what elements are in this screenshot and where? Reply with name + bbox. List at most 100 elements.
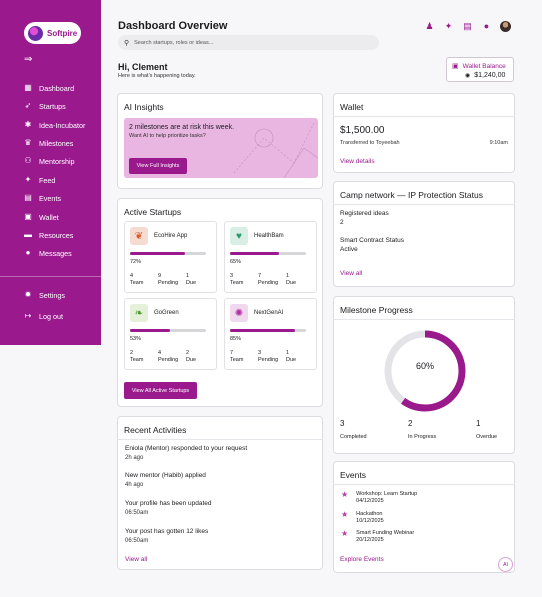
- sidebar-item-label: Milestones: [39, 138, 74, 148]
- sidebar-item-dashboard[interactable]: ▦ Dashboard: [24, 82, 74, 94]
- view-all-ip-link[interactable]: View all: [340, 270, 362, 277]
- brand-logo-pill[interactable]: Softpire: [24, 22, 81, 44]
- wallet-amount: $1,500.00: [340, 125, 385, 136]
- sidebar-divider: [0, 276, 101, 277]
- activity-time: 2h ago: [125, 455, 144, 461]
- startup-card-ecohire[interactable]: ❦ EcoHire App 72% 4 Team 9 Pending 1 Due: [124, 221, 217, 293]
- sidebar-item-wallet[interactable]: ▣ Wallet: [24, 211, 58, 223]
- ecohire-logo-icon: ❦: [130, 227, 148, 245]
- sidebar-item-idea-incubator[interactable]: ✱ Idea-Incubator: [24, 119, 86, 131]
- ai-assistant-button[interactable]: AI: [498, 557, 513, 572]
- wallet-icon: ▣: [452, 63, 459, 70]
- pending-count: 4: [158, 350, 162, 356]
- activity-time: 06:50am: [125, 538, 149, 544]
- dashboard-icon: ▦: [24, 83, 32, 92]
- gogreen-logo-icon: ❧: [130, 304, 148, 322]
- startup-stats: 2 Team 4 Pending 2 Due: [130, 350, 214, 364]
- chat-icon[interactable]: ●: [481, 21, 492, 32]
- in-progress-label: In Progress: [408, 434, 437, 440]
- team-count: 2: [130, 350, 134, 356]
- decorative-pattern: [233, 122, 318, 178]
- active-startups-card: Active Startups ❦ EcoHire App 72% 4 Team …: [117, 198, 323, 407]
- sparkle-icon[interactable]: ✦: [443, 21, 454, 32]
- mentorship-icon: ⚇: [24, 156, 32, 165]
- due-count: 1: [286, 350, 290, 356]
- wallet-balance-chip[interactable]: ▣ Wallet Balance ◉ $1,240,00: [446, 57, 514, 82]
- search-input[interactable]: [134, 39, 355, 46]
- milestone-percent: 60%: [415, 361, 434, 371]
- progress-fill: [230, 252, 280, 255]
- event-date: 10/12/2025: [356, 517, 384, 524]
- sidebar-item-feed[interactable]: ✦ Feed: [24, 174, 56, 186]
- collapse-sidebar-icon[interactable]: ⇒: [24, 54, 32, 65]
- divider: [334, 116, 514, 117]
- events-card: Events ★ Workshop: Learn Startup 04/12/20…: [333, 461, 515, 573]
- avatar[interactable]: [500, 21, 511, 32]
- registered-ideas-value: 2: [340, 219, 344, 226]
- view-all-startups-button[interactable]: View All Active Startups: [124, 382, 197, 399]
- completed-label: Completed: [340, 434, 367, 440]
- sidebar-item-milestones[interactable]: ♛ Milestones: [24, 137, 73, 149]
- sidebar-item-logout[interactable]: ↦ Log out: [24, 310, 63, 322]
- pending-label: Pending: [158, 357, 179, 363]
- startup-name: NextGenAI: [254, 310, 284, 316]
- folder-icon: ▬: [24, 230, 32, 239]
- smart-contract-label: Smart Contract Status: [340, 237, 404, 244]
- milestone-progress-title: Milestone Progress: [340, 305, 413, 315]
- event-item[interactable]: ★ Hackathon 10/12/2025: [341, 511, 384, 524]
- progress-fill: [130, 329, 171, 332]
- active-startups-title: Active Startups: [124, 207, 182, 217]
- sidebar-item-label: Log out: [39, 311, 63, 321]
- startup-card-healthbam[interactable]: ♥ HealthBam 65% 3 Team 7 Pending 1 Due: [224, 221, 317, 293]
- recent-activities-title: Recent Activities: [124, 425, 187, 435]
- activity-text: Eniola (Mentor) responded to your reques…: [125, 445, 248, 452]
- search-bar[interactable]: ⚲: [118, 35, 379, 50]
- startup-percent: 85%: [230, 336, 242, 342]
- pending-label: Pending: [158, 280, 179, 286]
- wallet-title: Wallet: [340, 102, 364, 112]
- sidebar-item-label: Dashboard: [39, 83, 75, 93]
- sidebar-item-label: Startups: [39, 101, 66, 111]
- startup-name: HealthBam: [254, 233, 284, 239]
- ai-insight-headline: 2 milestones are at risk this week.: [129, 124, 235, 131]
- nextgenai-logo-icon: ✺: [230, 304, 248, 322]
- star-icon: ★: [341, 510, 349, 519]
- events-title: Events: [340, 470, 366, 480]
- bell-icon[interactable]: ♟: [424, 21, 435, 32]
- view-full-insights-button[interactable]: View Full Insights: [129, 158, 187, 174]
- calendar-icon[interactable]: ▤: [462, 21, 473, 32]
- startup-card-gogreen[interactable]: ❧ GoGreen 53% 2 Team 4 Pending 2 Due: [124, 298, 217, 370]
- divider: [118, 439, 322, 440]
- startup-name: GoGreen: [154, 310, 179, 316]
- due-label: Due: [286, 357, 297, 363]
- wallet-icon: ▣: [24, 212, 32, 221]
- pending-count: 7: [258, 273, 262, 279]
- pending-count: 9: [158, 273, 162, 279]
- team-label: Team: [230, 357, 244, 363]
- sidebar-item-messages[interactable]: ● Messages: [24, 247, 72, 259]
- sidebar-item-resources[interactable]: ▬ Resources: [24, 229, 73, 241]
- sidebar-item-label: Resources: [39, 230, 74, 240]
- startup-stats: 7 Team 3 Pending 1 Due: [230, 350, 314, 364]
- explore-events-link[interactable]: Explore Events: [340, 556, 384, 563]
- eye-icon[interactable]: ◉: [465, 72, 470, 79]
- startup-card-nextgenai[interactable]: ✺ NextGenAI 85% 7 Team 3 Pending 1 Due: [224, 298, 317, 370]
- view-all-activities-link[interactable]: View all: [125, 556, 147, 563]
- sidebar-item-label: Idea-Incubator: [39, 120, 86, 130]
- event-item[interactable]: ★ Workshop: Learn Startup 04/12/2025: [341, 491, 417, 504]
- activity-text: Your post has gotten 12 likes: [125, 528, 209, 535]
- startup-progress-bar: [230, 252, 306, 255]
- sidebar-item-settings[interactable]: ✹ Settings: [24, 289, 65, 301]
- sidebar-item-startups[interactable]: ➶ Startups: [24, 100, 66, 112]
- team-label: Team: [230, 280, 244, 286]
- wallet-balance-label: Wallet Balance: [462, 62, 506, 70]
- startup-stats: 3 Team 7 Pending 1 Due: [230, 273, 314, 287]
- view-details-link[interactable]: View details: [340, 158, 375, 165]
- sidebar-item-events[interactable]: ▤ Events: [24, 192, 61, 204]
- event-item[interactable]: ★ Smart Funding Webinar 20/12/2025: [341, 530, 414, 543]
- due-label: Due: [186, 280, 197, 286]
- team-label: Team: [130, 280, 144, 286]
- trophy-icon: ♛: [24, 138, 32, 147]
- in-progress-count: 2: [408, 419, 413, 428]
- sidebar-item-mentorship[interactable]: ⚇ Mentorship: [24, 155, 74, 167]
